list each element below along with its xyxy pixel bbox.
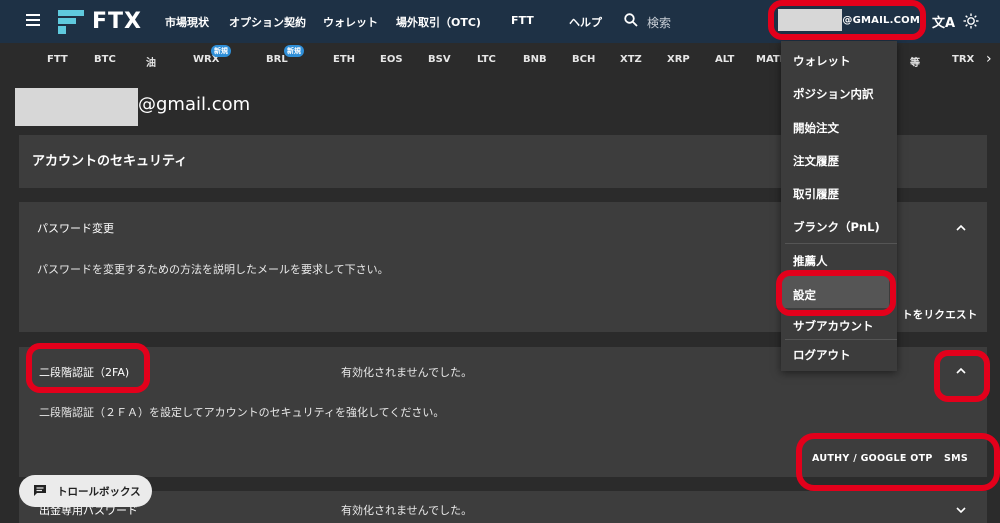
chat-icon	[34, 485, 46, 496]
ftx-logo[interactable]: FTX	[58, 9, 142, 34]
new-badge: 新規	[284, 45, 304, 57]
ticker-item[interactable]: FTT	[47, 54, 68, 65]
password-description: パスワードを変更するための方法を説明したメールを要求して下さい。	[37, 263, 389, 276]
trollbox-button[interactable]: トロールボックス	[19, 475, 152, 507]
ticker-item[interactable]: EOS	[380, 54, 403, 65]
ticker-item[interactable]: LTC	[477, 54, 496, 65]
withdraw-password-section: 出金専用パスワード 有効化されませんでした。	[19, 491, 987, 523]
nav-otc[interactable]: 場外取引（OTC)	[396, 14, 481, 30]
translate-icon[interactable]: 文A	[932, 12, 955, 31]
annotation-ring-account	[768, 0, 926, 40]
menu-item-logout[interactable]: ログアウト	[793, 347, 851, 363]
menu-item-wallet[interactable]: ウォレット	[793, 53, 851, 69]
ticker-item[interactable]: XTZ	[620, 54, 642, 65]
page-title: アカウントのセキュリティ	[32, 154, 188, 169]
nav-wallet[interactable]: ウォレット	[323, 14, 378, 30]
ticker-item[interactable]: 油	[146, 54, 156, 69]
chevron-down-icon[interactable]	[956, 505, 966, 515]
ftx-logo-icon	[58, 9, 86, 34]
ticker-label: BRL	[266, 54, 288, 65]
nav-help[interactable]: ヘルプ	[569, 14, 602, 30]
menu-item-referrals[interactable]: 推薦人	[793, 253, 828, 269]
ticker-item[interactable]: BTC	[94, 54, 116, 65]
hamburger-menu-icon[interactable]	[26, 14, 40, 26]
ticker-item[interactable]: BSV	[428, 54, 451, 65]
twofa-status: 有効化されませんでした。	[341, 366, 473, 379]
chevron-right-icon[interactable]: ›	[986, 51, 992, 67]
search-input[interactable]: 検索	[647, 14, 671, 31]
ticker-item[interactable]: BNB	[523, 54, 547, 65]
ticker-item[interactable]: ETH	[333, 54, 355, 65]
ticker-item[interactable]: BRL 新規	[266, 45, 304, 65]
password-reset-request-button[interactable]: トをリクエスト	[902, 307, 978, 322]
nav-options[interactable]: オプション契約	[229, 14, 306, 30]
annotation-ring-2fa	[26, 343, 150, 393]
ticker-item[interactable]: WRX 新規	[193, 45, 231, 65]
menu-divider	[785, 243, 897, 244]
menu-item-positions[interactable]: ポジション内訳	[793, 86, 874, 102]
twofa-description: 二段階認証（２ＦＡ）を設定してアカウントのセキュリティを強化してください。	[39, 406, 445, 419]
menu-item-subaccounts[interactable]: サブアカウント	[793, 318, 874, 334]
menu-item-open-orders[interactable]: 開始注文	[793, 120, 839, 136]
new-badge: 新規	[211, 45, 231, 57]
search-icon[interactable]	[624, 13, 638, 27]
nav-ftt[interactable]: FTT	[511, 14, 534, 27]
annotation-ring-settings	[776, 270, 896, 316]
ticker-item[interactable]: XRP	[667, 54, 690, 65]
ticker-item[interactable]: BCH	[572, 54, 595, 65]
menu-divider	[785, 339, 897, 340]
menu-item-pnl[interactable]: ブランク（PnL)	[793, 219, 880, 235]
ticker-item[interactable]: ALT	[715, 54, 734, 65]
annotation-ring-2fa-buttons	[796, 433, 1000, 491]
theme-toggle-icon[interactable]	[963, 13, 979, 29]
nav-markets[interactable]: 市場現状	[165, 14, 209, 30]
logo-text: FTX	[92, 9, 142, 34]
annotation-ring-expand	[934, 350, 990, 402]
menu-item-order-history[interactable]: 注文履歴	[793, 153, 839, 169]
ticker-item[interactable]: 等	[910, 54, 920, 69]
redacted-email	[15, 88, 138, 126]
account-email-heading: @gmail.com	[138, 94, 251, 115]
ticker-item[interactable]: TRX	[952, 54, 974, 65]
trollbox-label: トロールボックス	[57, 486, 141, 498]
password-label: パスワード変更	[37, 222, 114, 235]
ticker-item[interactable]: MATI	[756, 54, 783, 65]
chevron-up-icon[interactable]	[956, 223, 966, 233]
withdraw-password-status: 有効化されませんでした。	[341, 504, 473, 517]
account-dropdown-menu: ウォレット ポジション内訳 開始注文 注文履歴 取引履歴 ブランク（PnL) 推…	[781, 41, 897, 371]
menu-item-trade-history[interactable]: 取引履歴	[793, 186, 839, 202]
